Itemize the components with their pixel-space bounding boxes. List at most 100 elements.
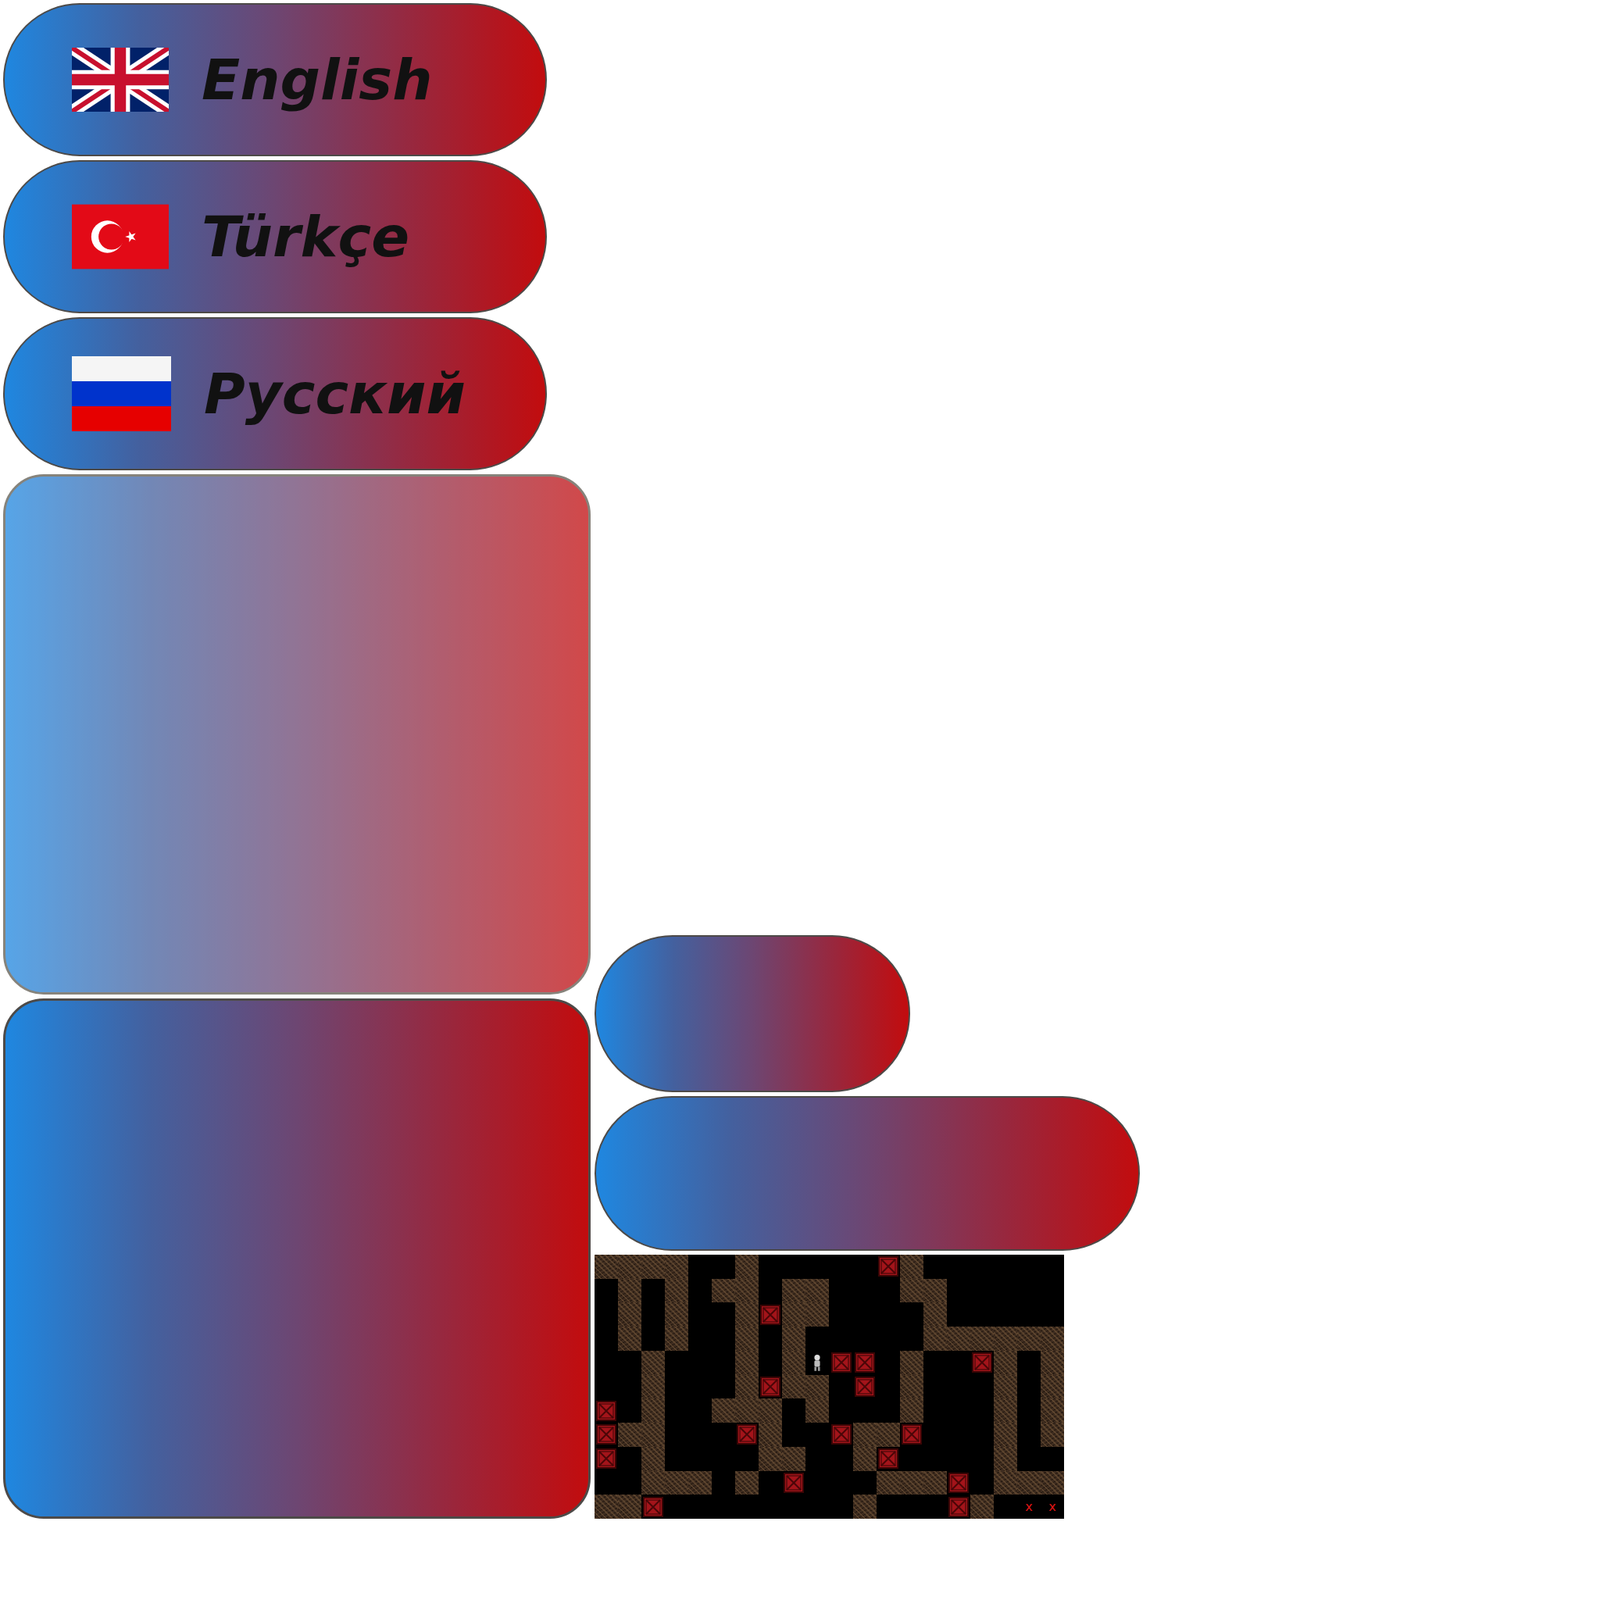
empty-tile bbox=[782, 1254, 806, 1279]
empty-tile bbox=[828, 1398, 853, 1423]
dirt-tile bbox=[782, 1302, 806, 1327]
dirt-tile bbox=[664, 1302, 689, 1327]
empty-tile bbox=[688, 1254, 712, 1279]
empty-tile bbox=[758, 1494, 783, 1519]
dirt-tile bbox=[617, 1302, 642, 1327]
empty-tile bbox=[688, 1302, 712, 1327]
dirt-tile bbox=[1040, 1326, 1065, 1351]
empty-tile bbox=[1040, 1278, 1065, 1304]
empty-tile bbox=[594, 1471, 618, 1496]
dirt-tile bbox=[900, 1254, 924, 1279]
dirt-tile bbox=[735, 1375, 759, 1400]
crate-icon bbox=[596, 1424, 617, 1445]
crate-icon bbox=[760, 1304, 781, 1325]
empty-tile bbox=[758, 1471, 783, 1496]
empty-tile bbox=[688, 1350, 712, 1375]
empty-tile bbox=[876, 1350, 900, 1375]
crate-tile bbox=[735, 1422, 759, 1447]
mark-tile: x bbox=[1040, 1494, 1065, 1519]
empty-tile bbox=[617, 1375, 642, 1400]
dirt-tile bbox=[688, 1471, 712, 1496]
language-button[interactable]: Русский bbox=[3, 317, 547, 471]
dirt-tile bbox=[735, 1398, 759, 1423]
dirt-tile bbox=[1040, 1398, 1065, 1423]
empty-tile bbox=[664, 1422, 689, 1447]
empty-tile bbox=[876, 1326, 900, 1351]
crate-icon bbox=[596, 1400, 617, 1422]
empty-tile bbox=[688, 1398, 712, 1423]
empty-tile bbox=[853, 1254, 877, 1279]
empty-tile bbox=[782, 1494, 806, 1519]
empty-tile bbox=[641, 1326, 665, 1351]
level-map: xx bbox=[594, 1254, 1065, 1519]
empty-tile bbox=[853, 1398, 877, 1423]
dirt-tile bbox=[617, 1422, 642, 1447]
language-label: Türkçe bbox=[201, 203, 410, 270]
dirt-tile bbox=[758, 1422, 783, 1447]
dirt-tile bbox=[641, 1446, 665, 1472]
dirt-tile bbox=[876, 1471, 900, 1496]
crate-tile bbox=[946, 1494, 971, 1519]
empty-tile bbox=[711, 1446, 736, 1472]
dirt-tile bbox=[735, 1350, 759, 1375]
dirt-tile bbox=[1017, 1326, 1041, 1351]
crate-icon bbox=[971, 1352, 993, 1373]
empty-tile bbox=[782, 1398, 806, 1423]
mark-tile: x bbox=[1017, 1494, 1041, 1519]
wide-button[interactable] bbox=[594, 1096, 1140, 1251]
empty-tile bbox=[617, 1350, 642, 1375]
left-column: English Türkçe Русский bbox=[3, 3, 591, 1519]
crate-icon bbox=[783, 1472, 804, 1493]
dirt-tile bbox=[900, 1278, 924, 1304]
crate-icon bbox=[854, 1352, 875, 1373]
crate-tile bbox=[758, 1375, 783, 1400]
empty-tile bbox=[900, 1302, 924, 1327]
empty-tile bbox=[923, 1446, 947, 1472]
empty-tile bbox=[594, 1375, 618, 1400]
crate-tile bbox=[900, 1422, 924, 1447]
target-mark: x bbox=[1025, 1500, 1033, 1514]
dirt-tile bbox=[923, 1326, 947, 1351]
dirt-tile bbox=[805, 1375, 829, 1400]
turkey-flag-icon bbox=[71, 203, 169, 270]
empty-tile bbox=[1017, 1254, 1041, 1279]
dirt-tile bbox=[711, 1398, 736, 1423]
empty-tile bbox=[711, 1375, 736, 1400]
empty-tile bbox=[853, 1326, 877, 1351]
language-button[interactable]: Türkçe bbox=[3, 160, 547, 314]
crate-tile bbox=[853, 1350, 877, 1375]
dirt-tile bbox=[758, 1398, 783, 1423]
empty-tile bbox=[853, 1471, 877, 1496]
language-button[interactable]: English bbox=[3, 3, 547, 157]
empty-tile bbox=[758, 1350, 783, 1375]
small-button[interactable] bbox=[594, 935, 911, 1093]
empty-tile bbox=[688, 1422, 712, 1447]
empty-tile bbox=[782, 1422, 806, 1447]
empty-tile bbox=[923, 1398, 947, 1423]
empty-tile bbox=[923, 1375, 947, 1400]
dirt-tile bbox=[735, 1254, 759, 1279]
dirt-tile bbox=[1040, 1350, 1065, 1375]
crate-icon bbox=[831, 1352, 852, 1373]
empty-tile bbox=[711, 1254, 736, 1279]
dirt-tile bbox=[805, 1398, 829, 1423]
empty-tile bbox=[853, 1302, 877, 1327]
empty-tile bbox=[900, 1446, 924, 1472]
empty-tile bbox=[970, 1375, 994, 1400]
empty-tile bbox=[711, 1302, 736, 1327]
empty-tile bbox=[594, 1302, 618, 1327]
empty-tile bbox=[853, 1278, 877, 1304]
empty-tile bbox=[617, 1446, 642, 1472]
empty-tile bbox=[688, 1494, 712, 1519]
empty-tile bbox=[946, 1350, 971, 1375]
player-tile bbox=[805, 1350, 829, 1375]
empty-tile bbox=[828, 1375, 853, 1400]
empty-tile bbox=[711, 1326, 736, 1351]
dirt-tile bbox=[617, 1278, 642, 1304]
empty-tile bbox=[664, 1375, 689, 1400]
dirt-tile bbox=[641, 1398, 665, 1423]
dirt-tile bbox=[711, 1278, 736, 1304]
dirt-tile bbox=[782, 1326, 806, 1351]
empty-tile bbox=[641, 1302, 665, 1327]
dirt-tile bbox=[1017, 1471, 1041, 1496]
